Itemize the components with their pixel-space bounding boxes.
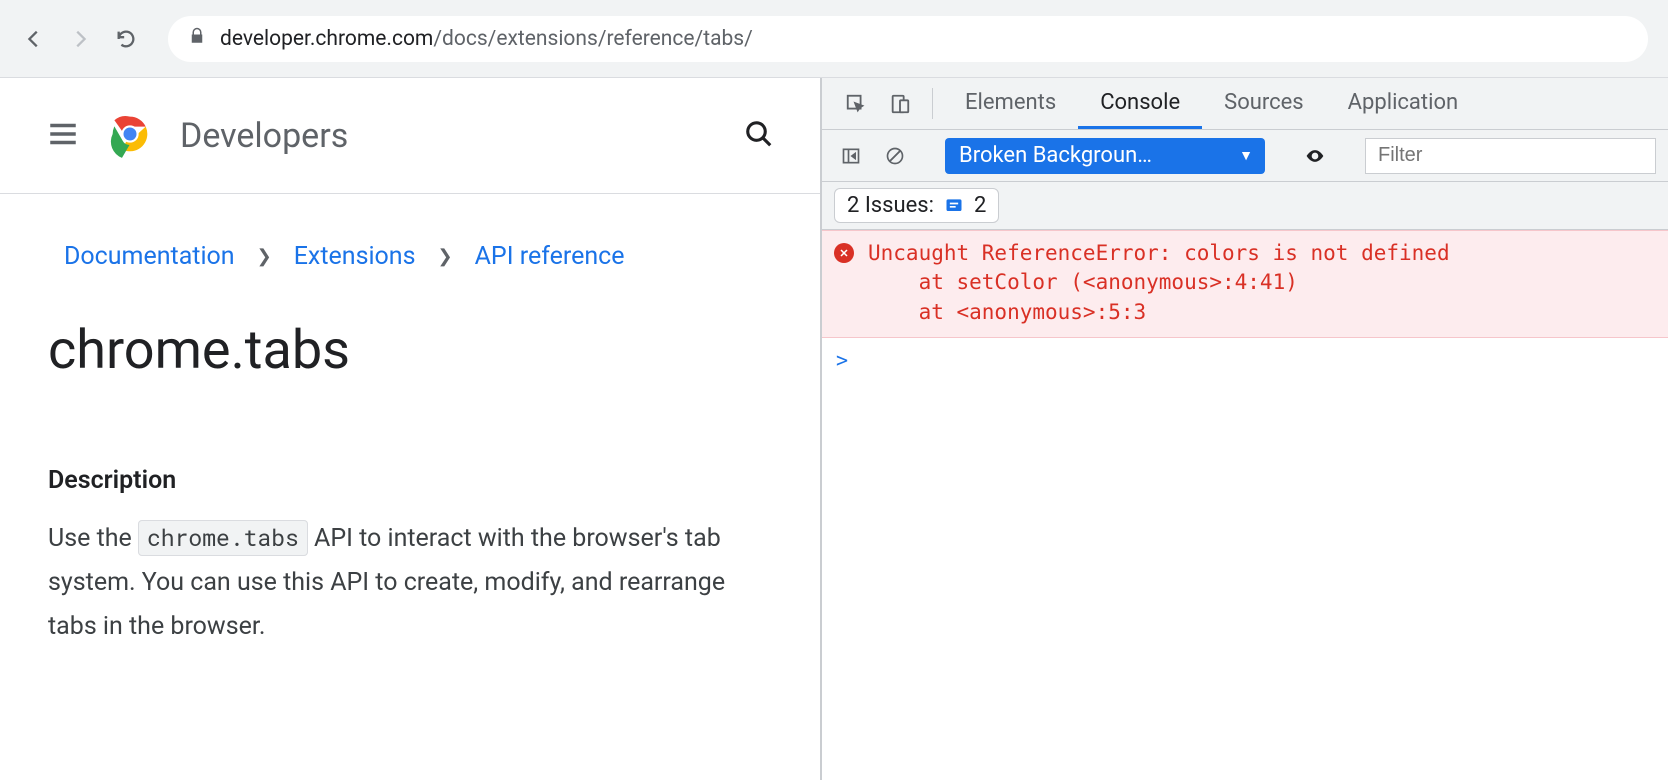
url-text: developer.chrome.com/docs/extensions/ref… — [220, 27, 753, 51]
inline-code: chrome.tabs — [138, 520, 308, 556]
console-output: Uncaught ReferenceError: colors is not d… — [822, 230, 1668, 780]
description-text: Use the chrome.tabs API to interact with… — [48, 517, 772, 648]
description-label: Description — [48, 466, 772, 495]
error-icon — [834, 243, 854, 263]
tab-sources[interactable]: Sources — [1202, 78, 1326, 129]
inspect-element-icon[interactable] — [834, 78, 878, 129]
chevron-right-icon: ❯ — [257, 246, 272, 267]
sidebar-toggle-icon[interactable] — [834, 139, 868, 173]
page-content: Developers Documentation ❯ Extensions ❯ … — [0, 78, 822, 780]
tab-application[interactable]: Application — [1326, 78, 1480, 129]
breadcrumb-link[interactable]: API reference — [475, 242, 625, 271]
browser-toolbar: developer.chrome.com/docs/extensions/ref… — [0, 0, 1668, 78]
tab-console[interactable]: Console — [1078, 78, 1202, 129]
breadcrumb: Documentation ❯ Extensions ❯ API referen… — [0, 194, 820, 283]
issue-icon — [944, 196, 964, 216]
address-bar[interactable]: developer.chrome.com/docs/extensions/ref… — [168, 16, 1648, 62]
breadcrumb-link[interactable]: Extensions — [294, 242, 416, 271]
devtools-tabs: Elements Console Sources Application — [822, 78, 1668, 130]
breadcrumb-link[interactable]: Documentation — [64, 242, 235, 271]
back-button[interactable] — [20, 25, 48, 53]
chrome-logo-icon — [104, 108, 156, 164]
clear-console-icon[interactable] — [878, 139, 912, 173]
console-prompt[interactable]: > — [822, 338, 1668, 382]
filter-input[interactable] — [1365, 138, 1656, 174]
lock-icon — [188, 27, 206, 51]
site-title: Developers — [180, 116, 720, 156]
site-header: Developers — [0, 78, 820, 194]
toggle-device-icon[interactable] — [878, 78, 922, 129]
issues-bar: 2 Issues: 2 — [822, 182, 1668, 230]
issues-button[interactable]: 2 Issues: 2 — [834, 188, 999, 223]
search-button[interactable] — [744, 119, 774, 153]
tab-elements[interactable]: Elements — [943, 78, 1078, 129]
chevron-down-icon: ▼ — [1239, 147, 1253, 164]
live-expression-icon[interactable] — [1298, 139, 1332, 173]
error-message: Uncaught ReferenceError: colors is not d… — [868, 239, 1450, 327]
page-title: chrome.tabs — [0, 283, 820, 394]
menu-button[interactable] — [46, 117, 80, 155]
console-toolbar: Broken Backgroun… ▼ — [822, 130, 1668, 182]
reload-button[interactable] — [112, 25, 140, 53]
chevron-right-icon: ❯ — [438, 246, 453, 267]
console-error-row[interactable]: Uncaught ReferenceError: colors is not d… — [822, 230, 1668, 338]
context-selector[interactable]: Broken Backgroun… ▼ — [945, 138, 1265, 174]
devtools-panel: Elements Console Sources Application Bro… — [822, 78, 1668, 780]
forward-button[interactable] — [66, 25, 94, 53]
